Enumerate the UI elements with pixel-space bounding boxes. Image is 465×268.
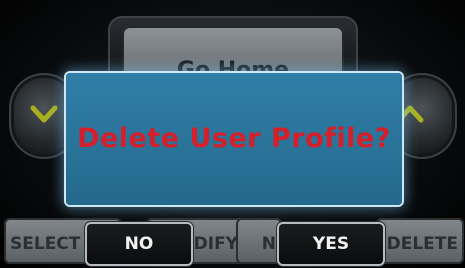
delete-key: DELETE — [376, 218, 464, 264]
no-button[interactable]: NO — [85, 222, 193, 266]
chevron-down-icon — [30, 105, 58, 123]
confirm-dialog: Delete User Profile? — [66, 73, 402, 205]
bottom-key-row: SELECT MODIFY N DELETE — [0, 218, 465, 268]
dialog-message: Delete User Profile? — [77, 123, 391, 154]
yes-button[interactable]: YES — [277, 222, 385, 266]
scroll-down-button — [14, 78, 74, 154]
name-key: N — [236, 218, 282, 264]
touchscreen: Go Home SELECT MODIFY N DELETE Delete Us… — [0, 0, 465, 268]
